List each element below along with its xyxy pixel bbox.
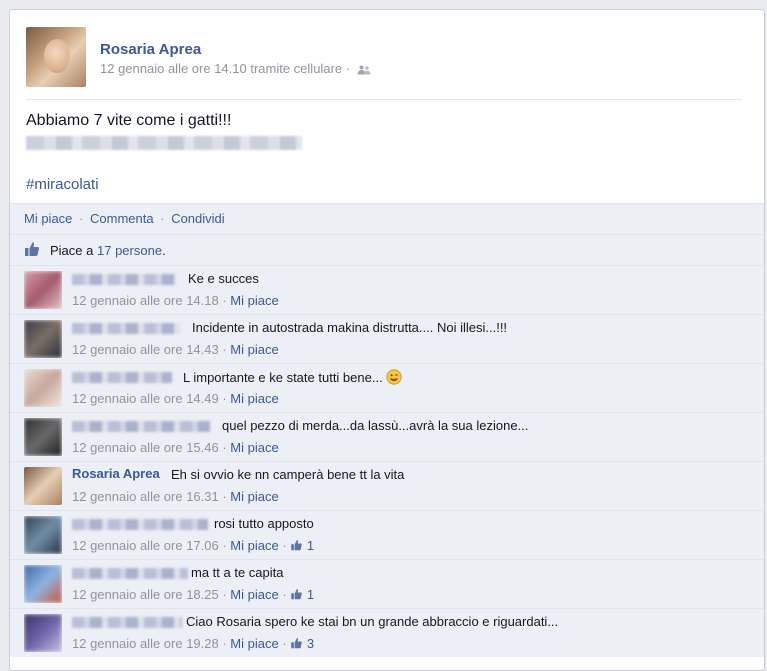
commenter-name-link[interactable]: Rosaria Aprea <box>72 466 160 481</box>
comment-text: Ke e succes <box>188 271 259 286</box>
thumbs-up-icon <box>291 589 303 600</box>
post-header: Rosaria Aprea 12 gennaio alle ore 14.10 … <box>10 10 764 100</box>
comment-like-button[interactable]: Mi piace <box>230 342 278 357</box>
comment-time[interactable]: 12 gennaio alle ore 15.46 <box>72 440 219 455</box>
comment-meta: 12 gennaio alle ore 17.06 · Mi piace · 1 <box>72 538 315 553</box>
comment-like-count[interactable]: 1 <box>307 538 314 553</box>
share-button[interactable]: Condividi <box>171 211 224 226</box>
comment-item: quel pezzo di merda...da lassù...avrà la… <box>10 412 764 461</box>
comment-item: L importante e ke state tutti bene... 12… <box>10 363 764 412</box>
commenter-avatar[interactable] <box>24 516 62 554</box>
comment-item: ma tt a te capita 12 gennaio alle ore 18… <box>10 559 764 608</box>
commenter-avatar[interactable] <box>24 565 62 603</box>
commenter-avatar[interactable] <box>24 369 62 407</box>
commenter-avatar[interactable] <box>24 320 62 358</box>
comment-meta: 12 gennaio alle ore 14.43 · Mi piace <box>72 342 279 357</box>
thumbs-up-icon <box>25 242 40 256</box>
comment-time[interactable]: 12 gennaio alle ore 17.06 <box>72 538 219 553</box>
commenter-name-blurred[interactable] <box>72 274 176 285</box>
comment-text: Ciao Rosaria spero ke stai bn un grande … <box>186 614 559 629</box>
post-meta: 12 gennaio alle ore 14.10 tramite cellul… <box>100 61 371 76</box>
likes-summary: Piace a 17 persone. <box>10 234 764 265</box>
commenter-avatar[interactable] <box>24 418 62 456</box>
author-avatar[interactable] <box>26 27 86 87</box>
comment-time[interactable]: 12 gennaio alle ore 19.28 <box>72 636 219 651</box>
comment-text: ma tt a te capita <box>191 565 284 580</box>
commenter-avatar[interactable] <box>24 271 62 309</box>
comment-item: Incidente in autostrada makina distrutta… <box>10 314 764 363</box>
comment-meta: 12 gennaio alle ore 14.18 · Mi piace <box>72 293 279 308</box>
comment-meta: 12 gennaio alle ore 15.46 · Mi piace <box>72 440 279 455</box>
comment-time[interactable]: 12 gennaio alle ore 16.31 <box>72 489 219 504</box>
comment-meta: 12 gennaio alle ore 18.25 · Mi piace · 1 <box>72 587 315 602</box>
comment-meta: 12 gennaio alle ore 19.28 · Mi piace · 3 <box>72 636 315 651</box>
comment-meta: 12 gennaio alle ore 16.31 · Mi piace <box>72 489 279 504</box>
commenter-name-blurred[interactable] <box>72 568 188 579</box>
likes-suffix: . <box>162 243 166 258</box>
comment-time[interactable]: 12 gennaio alle ore 14.49 <box>72 391 219 406</box>
thumbs-up-icon <box>291 540 303 551</box>
comment-item: rosi tutto apposto 12 gennaio alle ore 1… <box>10 510 764 559</box>
comment-item: Ciao Rosaria spero ke stai bn un grande … <box>10 608 764 657</box>
comment-like-button[interactable]: Mi piace <box>230 636 278 651</box>
comment-like-count[interactable]: 3 <box>307 636 314 651</box>
comment-like-button[interactable]: Mi piace <box>230 391 278 406</box>
commenter-name-blurred[interactable] <box>72 372 172 383</box>
comment-like-count[interactable]: 1 <box>307 587 314 602</box>
like-button[interactable]: Mi piace <box>24 211 72 226</box>
likes-text: Piace a 17 persone. <box>50 243 166 258</box>
comment-like-button[interactable]: Mi piace <box>230 293 278 308</box>
comment-like-button[interactable]: Mi piace <box>230 538 278 553</box>
comment-text: rosi tutto apposto <box>214 516 314 531</box>
comment-item: Rosaria Aprea Eh si ovvio ke nn camperà … <box>10 461 764 510</box>
comment-text-content: L importante e ke state tutti bene... <box>183 370 383 385</box>
separator: · <box>160 211 165 226</box>
comment-button[interactable]: Commenta <box>90 211 154 226</box>
commenter-avatar[interactable] <box>24 614 62 652</box>
comment-item: Ke e succes 12 gennaio alle ore 14.18 · … <box>10 265 764 314</box>
post-text: Abbiamo 7 vite come i gatti!!! <box>26 112 232 129</box>
comment-text: L importante e ke state tutti bene... <box>183 369 402 385</box>
blurred-text <box>26 136 302 150</box>
comment-time[interactable]: 12 gennaio alle ore 14.18 <box>72 293 219 308</box>
friends-icon[interactable] <box>357 65 371 75</box>
author-name-link[interactable]: Rosaria Aprea <box>100 41 201 58</box>
commenter-name-blurred[interactable] <box>72 323 180 334</box>
thumbs-up-icon <box>291 638 303 649</box>
comment-text: Incidente in autostrada makina distrutta… <box>192 320 508 335</box>
likes-prefix: Piace a <box>50 243 94 258</box>
actions-bar: Mi piace · Commenta · Condividi <box>10 203 764 234</box>
commenter-name-blurred[interactable] <box>72 617 182 628</box>
post-card: Rosaria Aprea 12 gennaio alle ore 14.10 … <box>9 9 765 671</box>
commenter-name-blurred[interactable] <box>72 519 208 530</box>
separator: · <box>79 211 84 226</box>
smiley-emoji-icon <box>386 369 402 385</box>
comment-text: Eh si ovvio ke nn camperà bene tt la vit… <box>171 467 405 482</box>
comment-time[interactable]: 12 gennaio alle ore 18.25 <box>72 587 219 602</box>
comment-time[interactable]: 12 gennaio alle ore 14.43 <box>72 342 219 357</box>
commenter-avatar[interactable] <box>24 467 62 505</box>
comment-meta: 12 gennaio alle ore 14.49 · Mi piace <box>72 391 279 406</box>
divider <box>26 99 742 100</box>
post-timestamp[interactable]: 12 gennaio alle ore 14.10 tramite cellul… <box>100 61 350 76</box>
likes-count-link[interactable]: 17 persone <box>97 243 162 258</box>
commenter-name-blurred[interactable] <box>72 421 210 432</box>
comment-like-button[interactable]: Mi piace <box>230 440 278 455</box>
comment-like-button[interactable]: Mi piace <box>230 587 278 602</box>
hashtag-link[interactable]: #miracolati <box>26 176 99 193</box>
comment-like-button[interactable]: Mi piace <box>230 489 278 504</box>
comment-text: quel pezzo di merda...da lassù...avrà la… <box>222 418 529 433</box>
